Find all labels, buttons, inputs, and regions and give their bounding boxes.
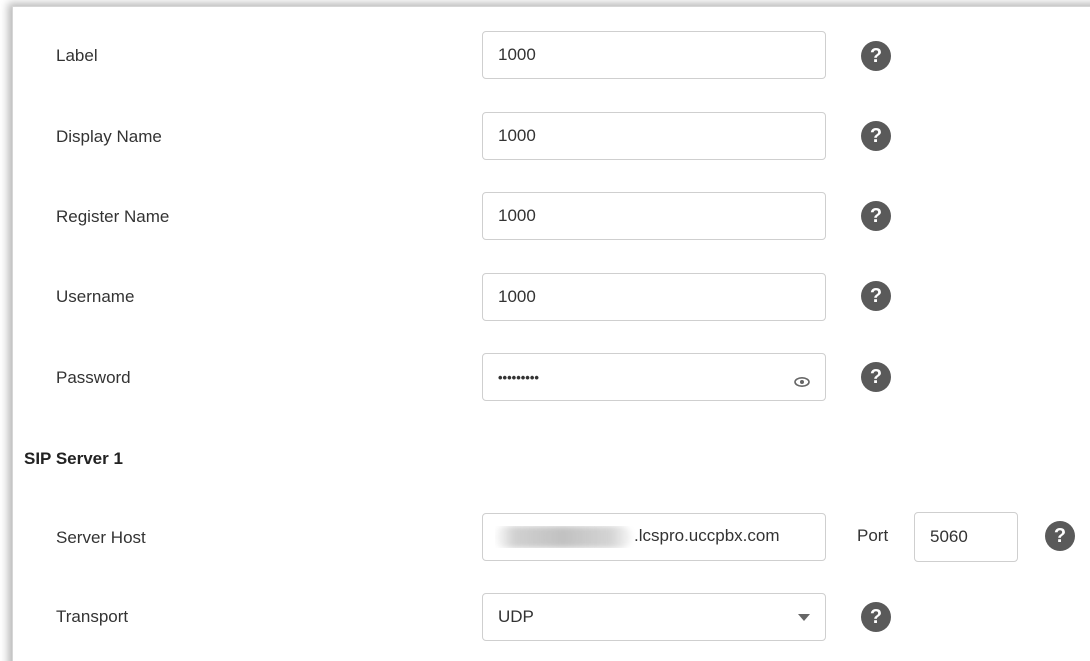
username-input-value: 1000 [498,287,536,306]
sip-server-section-title: SIP Server 1 [24,449,123,468]
register-name-input-value: 1000 [498,206,536,225]
password-input[interactable]: ••••••••• [482,353,826,401]
username-label: Username [56,287,135,306]
register-name-label: Register Name [56,207,170,226]
port-input-value: 5060 [930,527,968,546]
display-name-input[interactable]: 1000 [482,112,826,160]
eye-icon[interactable] [794,372,810,387]
help-icon[interactable]: ? [861,41,891,71]
transport-select[interactable]: UDP [482,593,826,641]
port-label: Port [857,526,889,545]
password-label: Password [56,368,131,387]
help-icon[interactable]: ? [861,362,891,392]
transport-select-value: UDP [498,607,534,626]
redacted-host-prefix [495,526,632,548]
help-icon[interactable]: ? [1045,521,1075,551]
server-host-label: Server Host [56,528,146,547]
port-input[interactable]: 5060 [914,512,1018,562]
help-icon[interactable]: ? [861,121,891,151]
help-icon[interactable]: ? [861,281,891,311]
register-name-input[interactable]: 1000 [482,192,826,240]
display-name-label: Display Name [56,127,162,146]
transport-label: Transport [56,607,129,626]
help-icon[interactable]: ? [861,602,891,632]
account-settings-page: Label 1000 ? Display Name 1000 ? Registe… [0,0,1090,661]
settings-card [12,6,1090,661]
label-field-label: Label [56,46,98,65]
server-host-input[interactable]: .lcspro.uccpbx.com [482,513,826,561]
help-icon[interactable]: ? [861,201,891,231]
password-input-value: ••••••••• [498,369,539,385]
server-host-input-value: .lcspro.uccpbx.com [634,526,780,546]
label-input-value: 1000 [498,45,536,64]
username-input[interactable]: 1000 [482,273,826,321]
chevron-down-icon [798,613,810,621]
label-input[interactable]: 1000 [482,31,826,79]
display-name-input-value: 1000 [498,126,536,145]
